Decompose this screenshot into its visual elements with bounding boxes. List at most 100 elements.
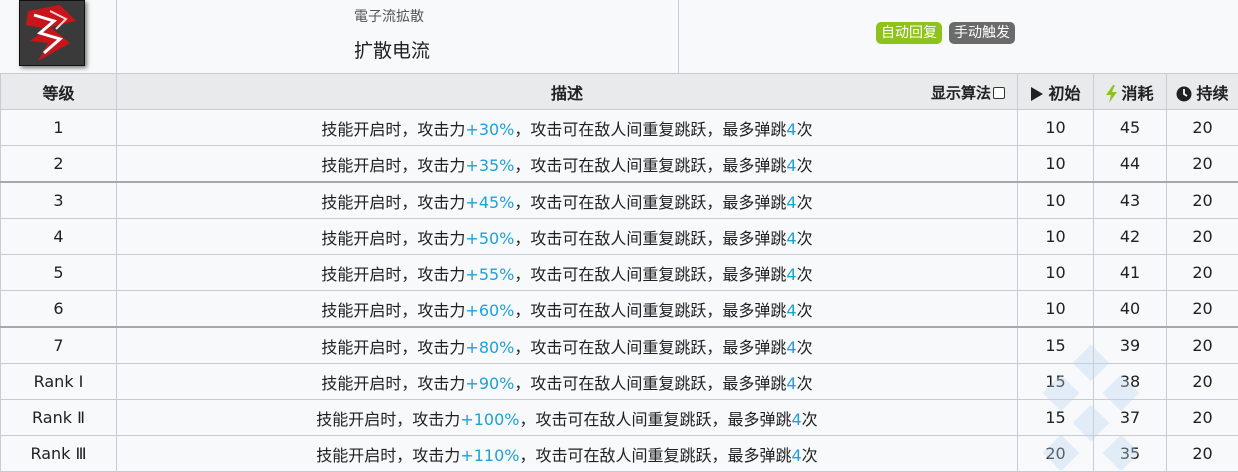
desc-suffix: 次 bbox=[797, 156, 813, 175]
sp-cost-cell: 38 bbox=[1094, 364, 1167, 400]
desc-middle: ，攻击可在敌人间重复跳跃，最多弹跳 bbox=[519, 410, 791, 429]
desc-suffix: 次 bbox=[797, 374, 813, 393]
desc-prefix: 技能开启时，攻击力 bbox=[321, 265, 465, 284]
duration-cell: 20 bbox=[1167, 255, 1238, 291]
desc-prefix: 技能开启时，攻击力 bbox=[321, 120, 465, 139]
desc-prefix: 技能开启时，攻击力 bbox=[321, 338, 465, 357]
sp-cost-cell: 41 bbox=[1094, 255, 1167, 291]
description-cell: 技能开启时，攻击力+80%，攻击可在敌人间重复跳跃，最多弹跳4次 bbox=[117, 327, 1018, 364]
play-icon bbox=[1030, 86, 1044, 102]
description-cell: 技能开启时，攻击力+110%，攻击可在敌人间重复跳跃，最多弹跳4次 bbox=[117, 436, 1018, 472]
initial-sp-cell: 15 bbox=[1018, 364, 1094, 400]
attack-bonus: +30% bbox=[465, 120, 514, 139]
bounce-count: 4 bbox=[786, 193, 796, 212]
level-cell: Rank Ⅲ bbox=[1, 436, 117, 472]
electric-skill-icon bbox=[19, 0, 85, 66]
table-row: 3技能开启时，攻击力+45%，攻击可在敌人间重复跳跃，最多弹跳4次104320 bbox=[1, 182, 1238, 219]
desc-middle: ，攻击可在敌人间重复跳跃，最多弹跳 bbox=[514, 338, 786, 357]
desc-middle: ，攻击可在敌人间重复跳跃，最多弹跳 bbox=[514, 374, 786, 393]
duration-cell: 20 bbox=[1167, 182, 1238, 219]
initial-sp-cell: 20 bbox=[1018, 436, 1094, 472]
attack-bonus: +100% bbox=[460, 410, 519, 429]
desc-middle: ，攻击可在敌人间重复跳跃，最多弹跳 bbox=[519, 446, 791, 465]
attack-bonus: +90% bbox=[465, 374, 514, 393]
initial-sp-cell: 10 bbox=[1018, 219, 1094, 255]
bounce-count: 4 bbox=[786, 120, 796, 139]
description-cell: 技能开启时，攻击力+30%，攻击可在敌人间重复跳跃，最多弹跳4次 bbox=[117, 110, 1018, 146]
bounce-count: 4 bbox=[786, 229, 796, 248]
manual-trigger-tag: 手动触发 bbox=[949, 22, 1015, 44]
desc-middle: ，攻击可在敌人间重复跳跃，最多弹跳 bbox=[514, 265, 786, 284]
sp-cost-cell: 40 bbox=[1094, 291, 1167, 328]
bounce-count: 4 bbox=[786, 301, 796, 320]
table-row: Rank Ⅰ技能开启时，攻击力+90%，攻击可在敌人间重复跳跃，最多弹跳4次15… bbox=[1, 364, 1238, 400]
sp-cost-cell: 45 bbox=[1094, 110, 1167, 146]
auto-recovery-tag: 自动回复 bbox=[876, 22, 942, 44]
duration-header: 持续 bbox=[1196, 84, 1228, 103]
duration-cell: 20 bbox=[1167, 110, 1238, 146]
level-cell: 6 bbox=[1, 291, 117, 328]
description-cell: 技能开启时，攻击力+50%，攻击可在敌人间重复跳跃，最多弹跳4次 bbox=[117, 219, 1018, 255]
sp-cost-cell: 44 bbox=[1094, 146, 1167, 183]
description-cell: 技能开启时，攻击力+100%，攻击可在敌人间重复跳跃，最多弹跳4次 bbox=[117, 400, 1018, 436]
desc-prefix: 技能开启时，攻击力 bbox=[321, 229, 465, 248]
desc-middle: ，攻击可在敌人间重复跳跃，最多弹跳 bbox=[514, 156, 786, 175]
desc-prefix: 技能开启时，攻击力 bbox=[316, 410, 460, 429]
desc-middle: ，攻击可在敌人间重复跳跃，最多弹跳 bbox=[514, 301, 786, 320]
table-row: Rank Ⅱ技能开启时，攻击力+100%，攻击可在敌人间重复跳跃，最多弹跳4次1… bbox=[1, 400, 1238, 436]
sp-cost-cell: 37 bbox=[1094, 400, 1167, 436]
desc-suffix: 次 bbox=[797, 338, 813, 357]
bounce-count: 4 bbox=[791, 446, 801, 465]
lightning-icon bbox=[1106, 85, 1117, 103]
description-cell: 技能开启时，攻击力+55%，攻击可在敌人间重复跳跃，最多弹跳4次 bbox=[117, 255, 1018, 291]
desc-header: 描述 bbox=[551, 84, 583, 103]
desc-header-cell: 描述 显示算法 bbox=[117, 74, 1018, 110]
initial-header: 初始 bbox=[1048, 84, 1080, 103]
desc-prefix: 技能开启时，攻击力 bbox=[321, 301, 465, 320]
table-row: 2技能开启时，攻击力+35%，攻击可在敌人间重复跳跃，最多弹跳4次104420 bbox=[1, 146, 1238, 183]
skill-panel: 電子流拡散 扩散电流 自动回复 手动触发 等级 描述 显示算法 初始 bbox=[0, 0, 1238, 470]
attack-bonus: +110% bbox=[460, 446, 519, 465]
initial-sp-cell: 10 bbox=[1018, 291, 1094, 328]
skill-icon-cell bbox=[0, 0, 117, 73]
level-cell: 1 bbox=[1, 110, 117, 146]
sp-cost-cell: 39 bbox=[1094, 327, 1167, 364]
level-cell: 4 bbox=[1, 219, 117, 255]
cost-header: 消耗 bbox=[1121, 84, 1153, 103]
desc-suffix: 次 bbox=[802, 410, 818, 429]
desc-suffix: 次 bbox=[797, 193, 813, 212]
show-formula-label: 显示算法 bbox=[931, 82, 991, 103]
skill-header: 電子流拡散 扩散电流 自动回复 手动触发 bbox=[0, 0, 1238, 74]
clock-icon bbox=[1176, 86, 1192, 102]
attack-bonus: +60% bbox=[465, 301, 514, 320]
attack-bonus: +35% bbox=[465, 156, 514, 175]
skill-tags: 自动回复 手动触发 bbox=[876, 22, 1015, 44]
description-cell: 技能开启时，攻击力+60%，攻击可在敌人间重复跳跃，最多弹跳4次 bbox=[117, 291, 1018, 328]
show-formula-checkbox[interactable] bbox=[993, 87, 1005, 99]
desc-prefix: 技能开启时，攻击力 bbox=[321, 193, 465, 212]
level-cell: 3 bbox=[1, 182, 117, 219]
table-row: 7技能开启时，攻击力+80%，攻击可在敌人间重复跳跃，最多弹跳4次153920 bbox=[1, 327, 1238, 364]
desc-suffix: 次 bbox=[802, 446, 818, 465]
table-row: 5技能开启时，攻击力+55%，攻击可在敌人间重复跳跃，最多弹跳4次104120 bbox=[1, 255, 1238, 291]
desc-prefix: 技能开启时，攻击力 bbox=[321, 156, 465, 175]
initial-sp-cell: 10 bbox=[1018, 182, 1094, 219]
bounce-count: 4 bbox=[786, 156, 796, 175]
attack-bonus: +55% bbox=[465, 265, 514, 284]
duration-cell: 20 bbox=[1167, 219, 1238, 255]
table-row: 6技能开启时，攻击力+60%，攻击可在敌人间重复跳跃，最多弹跳4次104020 bbox=[1, 291, 1238, 328]
bounce-count: 4 bbox=[786, 338, 796, 357]
level-cell: 2 bbox=[1, 146, 117, 183]
show-formula-toggle[interactable]: 显示算法 bbox=[931, 82, 1005, 103]
skill-name-cell: 電子流拡散 扩散电流 bbox=[117, 0, 679, 73]
initial-sp-cell: 15 bbox=[1018, 327, 1094, 364]
initial-sp-cell: 10 bbox=[1018, 255, 1094, 291]
attack-bonus: +80% bbox=[465, 338, 514, 357]
attack-bonus: +50% bbox=[465, 229, 514, 248]
table-row: 1技能开启时，攻击力+30%，攻击可在敌人间重复跳跃，最多弹跳4次104520 bbox=[1, 110, 1238, 146]
initial-sp-cell: 15 bbox=[1018, 400, 1094, 436]
bounce-count: 4 bbox=[786, 374, 796, 393]
desc-middle: ，攻击可在敌人间重复跳跃，最多弹跳 bbox=[514, 229, 786, 248]
desc-suffix: 次 bbox=[797, 120, 813, 139]
desc-suffix: 次 bbox=[797, 229, 813, 248]
